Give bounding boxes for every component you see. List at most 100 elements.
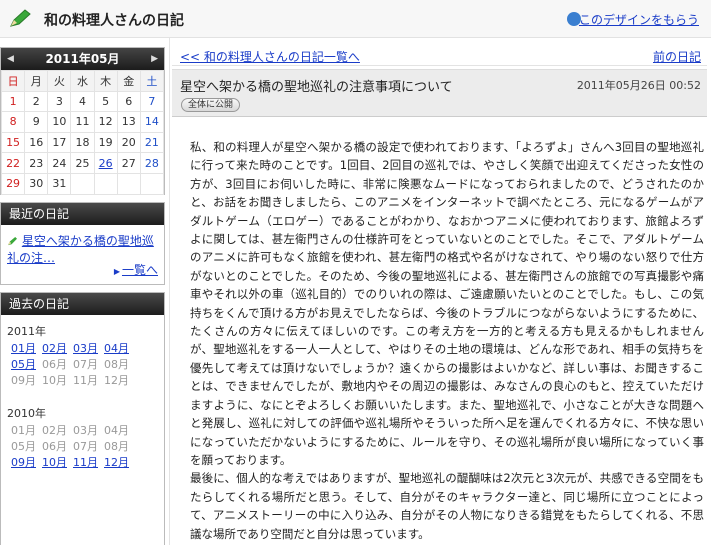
calendar-day: 31 <box>47 172 72 195</box>
month-label: 01月 <box>11 424 36 437</box>
calendar-day: 3 <box>47 90 72 113</box>
weekday-fri: 金 <box>116 70 141 92</box>
year-label: 2011年 <box>7 325 46 338</box>
past-diary-heading: 過去の日記 <box>1 293 164 315</box>
entry-header: 星空へ架かる橋の聖地巡礼の注意事項について 2011年05月26日 00:52 … <box>172 69 707 117</box>
month-link[interactable]: 10月 <box>42 456 67 469</box>
month-cell: 10月 <box>42 373 73 388</box>
year-label: 2010年 <box>7 407 46 420</box>
main-content: << 和の料理人さんの日記一覧へ 前の日記 星空へ架かる橋の聖地巡礼の注意事項に… <box>172 44 711 545</box>
entry-paragraph: 最後に、個人的な考えではありますが、聖地巡礼の醍醐味は2次元と3次元が、共感でき… <box>190 471 704 541</box>
calendar-day: 9 <box>24 111 49 133</box>
calendar-day <box>70 172 95 195</box>
calendar-day: 2 <box>24 90 49 113</box>
recent-diary-heading: 最近の日記 <box>1 203 164 225</box>
calendar-day: 12 <box>93 111 118 133</box>
month-label: 06月 <box>42 358 67 371</box>
prev-month-icon[interactable]: ◀ <box>7 48 14 70</box>
month-cell: 05月 <box>11 357 42 372</box>
calendar-week: 22 23 24 25 26 27 28 <box>0 152 165 174</box>
month-cell: 02月 <box>42 423 73 438</box>
weekday-tue: 火 <box>47 70 72 92</box>
calendar-day: 30 <box>24 172 49 195</box>
month-link[interactable]: 11月 <box>73 456 98 469</box>
calendar-day: 15 <box>0 131 26 154</box>
month-label: 06月 <box>42 440 67 453</box>
month-link[interactable]: 04月 <box>104 342 129 355</box>
calendar-day: 17 <box>47 131 72 154</box>
month-link[interactable]: 12月 <box>104 456 129 469</box>
calendar-day: 7 <box>139 90 165 113</box>
calendar-day: 20 <box>116 131 141 154</box>
get-design-link[interactable]: このデザインをもらう <box>579 11 699 28</box>
month-cell: 07月 <box>73 439 104 454</box>
prev-diary-link[interactable]: 前の日記 <box>653 48 701 65</box>
calendar-day: 25 <box>70 152 95 174</box>
calendar-week: 29 30 31 <box>0 172 165 195</box>
month-label: 11月 <box>73 374 98 387</box>
calendar-day: 24 <box>47 152 72 174</box>
back-to-list-link[interactable]: << 和の料理人さんの日記一覧へ <box>180 48 360 65</box>
next-month-icon[interactable]: ▶ <box>151 48 158 70</box>
month-label: 10月 <box>42 374 67 387</box>
month-grid: 01月 02月 03月 04月 05月 06月 07月 08月 09月 10月 11月 12月 <box>1 421 164 470</box>
calendar-day: 18 <box>70 131 95 154</box>
month-label: 12月 <box>104 374 129 387</box>
year-list: 2011年 01月 02月 03月 04月 05月 06月 07月 08月 09月 10月 11月 12… <box>1 315 164 470</box>
top-bar: 和の料理人さんの日記 このデザインをもらう <box>0 0 711 38</box>
calendar-day: 29 <box>0 172 26 195</box>
month-cell: 08月 <box>104 357 135 372</box>
entry-paragraph: 私、和の料理人が星空へ架かる橋の設定で使われております、「よろずよ」さんへ3回目… <box>190 140 704 467</box>
month-cell: 10月 <box>42 455 73 470</box>
month-cell: 06月 <box>42 357 73 372</box>
month-link[interactable]: 05月 <box>11 358 36 371</box>
diary-title: 和の料理人さんの日記 <box>44 13 184 29</box>
month-cell: 01月 <box>11 423 42 438</box>
calendar-day <box>139 172 165 195</box>
calendar-day: 23 <box>24 152 49 174</box>
month-link[interactable]: 01月 <box>11 342 36 355</box>
calendar-day: 11 <box>70 111 95 133</box>
month-label: 05月 <box>11 440 36 453</box>
month-cell: 12月 <box>104 373 135 388</box>
calendar-day: 16 <box>24 131 49 154</box>
calendar: ◀ 2011年05月 ▶ 日 月 火 水 木 金 土 1 2 3 4 5 6 7… <box>0 47 165 195</box>
month-label: 09月 <box>11 374 36 387</box>
month-cell: 01月 <box>11 341 42 356</box>
month-cell: 08月 <box>104 439 135 454</box>
weekday-thu: 木 <box>93 70 118 92</box>
calendar-day: 6 <box>116 90 141 113</box>
calendar-day: 27 <box>116 152 141 174</box>
entry-title: 星空へ架かる橋の聖地巡礼の注意事項について <box>180 80 453 95</box>
month-label: 02月 <box>42 424 67 437</box>
month-cell: 05月 <box>11 439 42 454</box>
calendar-day <box>116 172 141 195</box>
recent-list-link[interactable]: 一覧へ <box>122 263 158 277</box>
calendar-day: 28 <box>139 152 165 174</box>
month-cell: 04月 <box>104 341 135 356</box>
month-label: 04月 <box>104 424 129 437</box>
weekday-wed: 水 <box>70 70 95 92</box>
calendar-day: 4 <box>70 90 95 113</box>
calendar-week: 1 2 3 4 5 6 7 <box>0 90 165 113</box>
entry-body: 私、和の料理人が星空へ架かる橋の設定で使われております、「よろずよ」さんへ3回目… <box>190 138 704 543</box>
calendar-day: 22 <box>0 152 26 174</box>
month-cell: 11月 <box>73 455 104 470</box>
month-grid: 01月 02月 03月 04月 05月 06月 07月 08月 09月 10月 11月 12月 <box>1 339 164 388</box>
weekday-mon: 月 <box>24 70 49 92</box>
calendar-day: 13 <box>116 111 141 133</box>
month-label: 07月 <box>73 440 98 453</box>
month-cell: 11月 <box>73 373 104 388</box>
calendar-day: 14 <box>139 111 165 133</box>
month-link[interactable]: 09月 <box>11 456 36 469</box>
recent-more: ▶ 一覧へ <box>114 261 158 278</box>
month-cell: 09月 <box>11 373 42 388</box>
month-link[interactable]: 02月 <box>42 342 67 355</box>
month-link[interactable]: 03月 <box>73 342 98 355</box>
calendar-week: 15 16 17 18 19 20 21 <box>0 131 165 154</box>
calendar-header: ◀ 2011年05月 ▶ <box>1 48 164 70</box>
calendar-day-link[interactable]: 26 <box>93 152 118 174</box>
recent-diary-box: 最近の日記 星空へ架かる橋の聖地巡礼の注… ▶ 一覧へ <box>0 202 165 285</box>
month-label: 08月 <box>104 358 129 371</box>
calendar-day <box>93 172 118 195</box>
